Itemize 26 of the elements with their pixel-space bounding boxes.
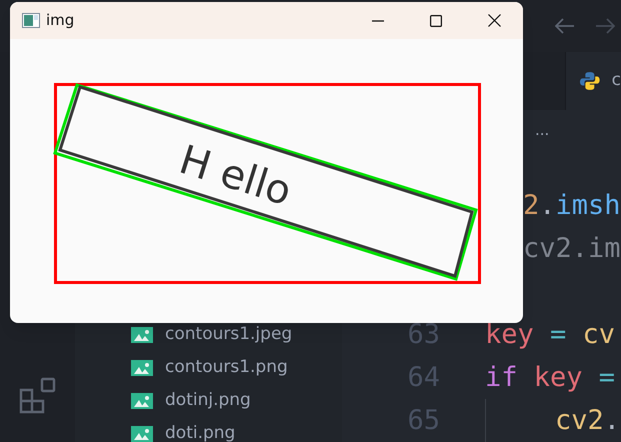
image-file-icon [131, 326, 153, 342]
window-title: img [46, 10, 74, 32]
code-line: cv2.im [523, 235, 621, 262]
code-line: if key = [485, 364, 616, 391]
breadcrumb[interactable]: ... [535, 118, 550, 142]
file-name[interactable]: dotinj.png [165, 392, 251, 409]
code-line: 2.imsh [523, 192, 621, 219]
code-line: cv2. [485, 399, 620, 442]
image-text: H ello [174, 136, 297, 216]
extensions-icon[interactable] [18, 377, 56, 414]
image-file-icon [131, 392, 153, 408]
app-icon [22, 13, 40, 28]
maximize-icon [430, 14, 442, 26]
close-icon [488, 14, 500, 27]
python-icon [580, 70, 600, 92]
file-name[interactable]: contours1.png [165, 359, 288, 376]
back-arrow-icon[interactable] [555, 18, 575, 34]
minimize-icon [372, 20, 384, 22]
tab-label: c [612, 69, 621, 92]
image-file-icon [131, 426, 153, 442]
forward-arrow-icon[interactable] [595, 18, 615, 34]
editor-tab[interactable]: c [565, 52, 621, 110]
image-file-icon [131, 360, 153, 376]
file-name[interactable]: doti.png [165, 425, 236, 442]
file-name[interactable]: contours1.jpeg [165, 326, 292, 343]
code-line: key = cv [485, 321, 616, 348]
